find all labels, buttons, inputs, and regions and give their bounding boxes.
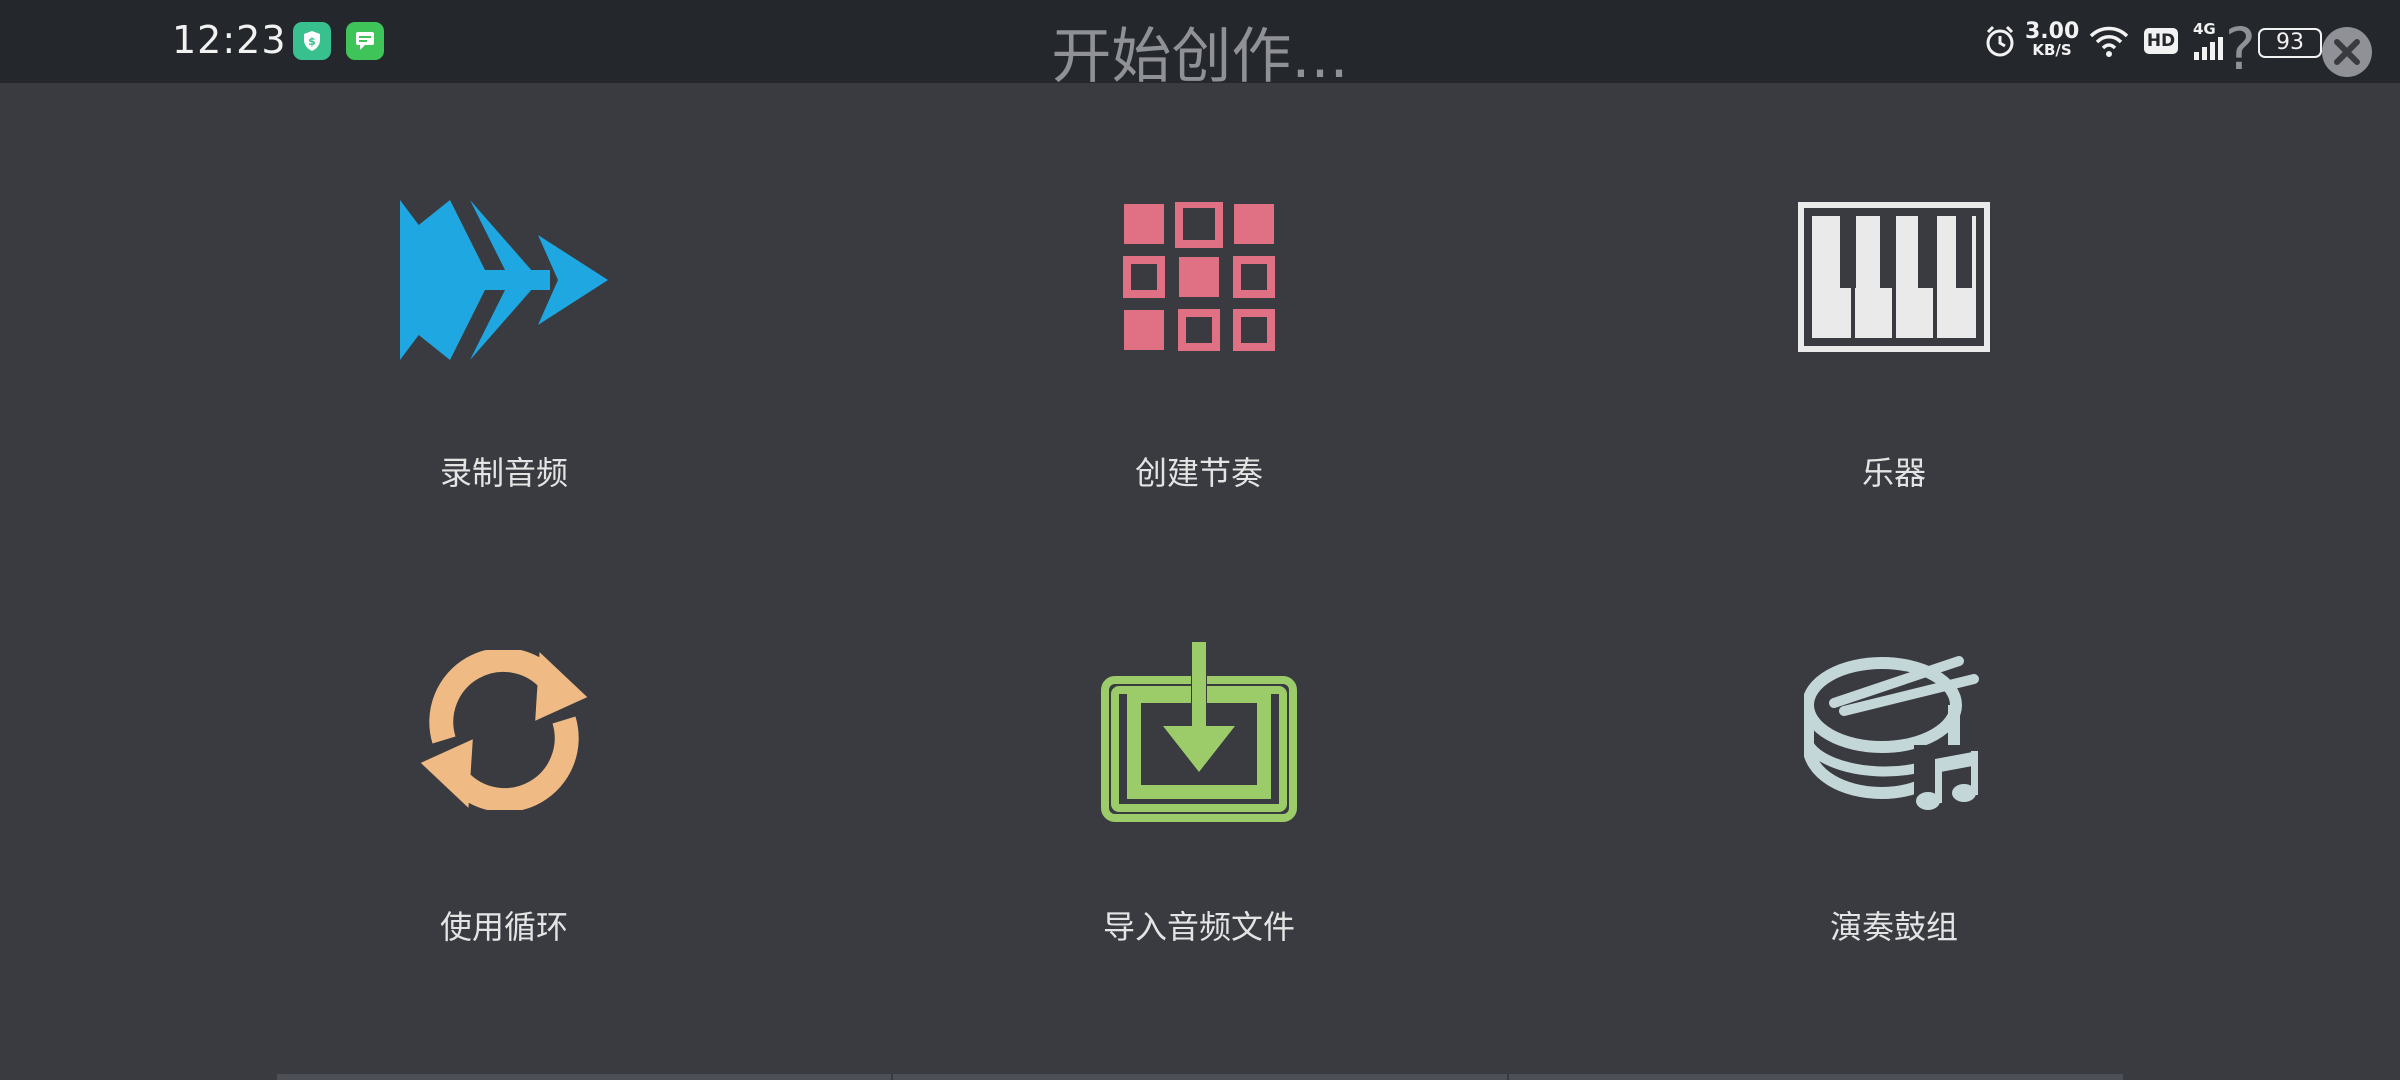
network-speed-unit: KB/S — [2032, 41, 2072, 59]
use-loops-tile[interactable]: 使用循环 — [224, 630, 784, 970]
create-beat-tile[interactable]: 创建节奏 — [919, 180, 1479, 520]
wifi-icon — [2089, 26, 2129, 57]
network-speed: 3.00 KB/S — [2025, 19, 2080, 60]
import-audio-file-label: 导入音频文件 — [1102, 908, 1295, 946]
scroll-indicator-middle — [893, 1074, 1507, 1080]
signal-icon — [2194, 37, 2223, 60]
drum-pad-grid-icon — [1123, 202, 1275, 351]
help-button[interactable]: ? — [2225, 20, 2256, 78]
hd-badge: HD — [2144, 28, 2178, 54]
drum-kit-icon — [1804, 656, 1984, 815]
battery-indicator: 93 — [2258, 28, 2322, 58]
instruments-label: 乐器 — [1861, 454, 1926, 492]
scroll-indicator-right — [1509, 1074, 2123, 1080]
close-button[interactable] — [2322, 27, 2372, 77]
loop-arrows-icon — [420, 650, 588, 810]
piano-keys-icon — [1798, 202, 1990, 352]
create-beat-label: 创建节奏 — [1134, 454, 1263, 492]
alarm-icon — [1986, 25, 2014, 57]
network-speed-value: 3.00 — [2025, 19, 2080, 44]
fast-forward-icon — [400, 200, 608, 360]
close-icon — [2334, 39, 2360, 65]
import-download-icon — [1101, 642, 1297, 822]
top-bar: 12:23 $ 开始创作... 3.00 KB/S HD 4G 93 ? — [0, 0, 2400, 86]
record-audio-tile[interactable]: 录制音频 — [224, 180, 784, 520]
instruments-tile[interactable]: 乐器 — [1614, 180, 2174, 520]
scroll-indicator-left — [277, 1074, 891, 1080]
record-audio-label: 录制音频 — [439, 454, 568, 492]
play-drum-kit-label: 演奏鼓组 — [1829, 908, 1958, 946]
use-loops-label: 使用循环 — [439, 908, 568, 946]
app-screen: 12:23 $ 开始创作... 3.00 KB/S HD 4G 93 ? 录制音… — [0, 0, 2400, 1080]
play-drum-kit-tile[interactable]: 演奏鼓组 — [1614, 630, 2174, 970]
import-audio-file-tile[interactable]: 导入音频文件 — [919, 630, 1479, 970]
